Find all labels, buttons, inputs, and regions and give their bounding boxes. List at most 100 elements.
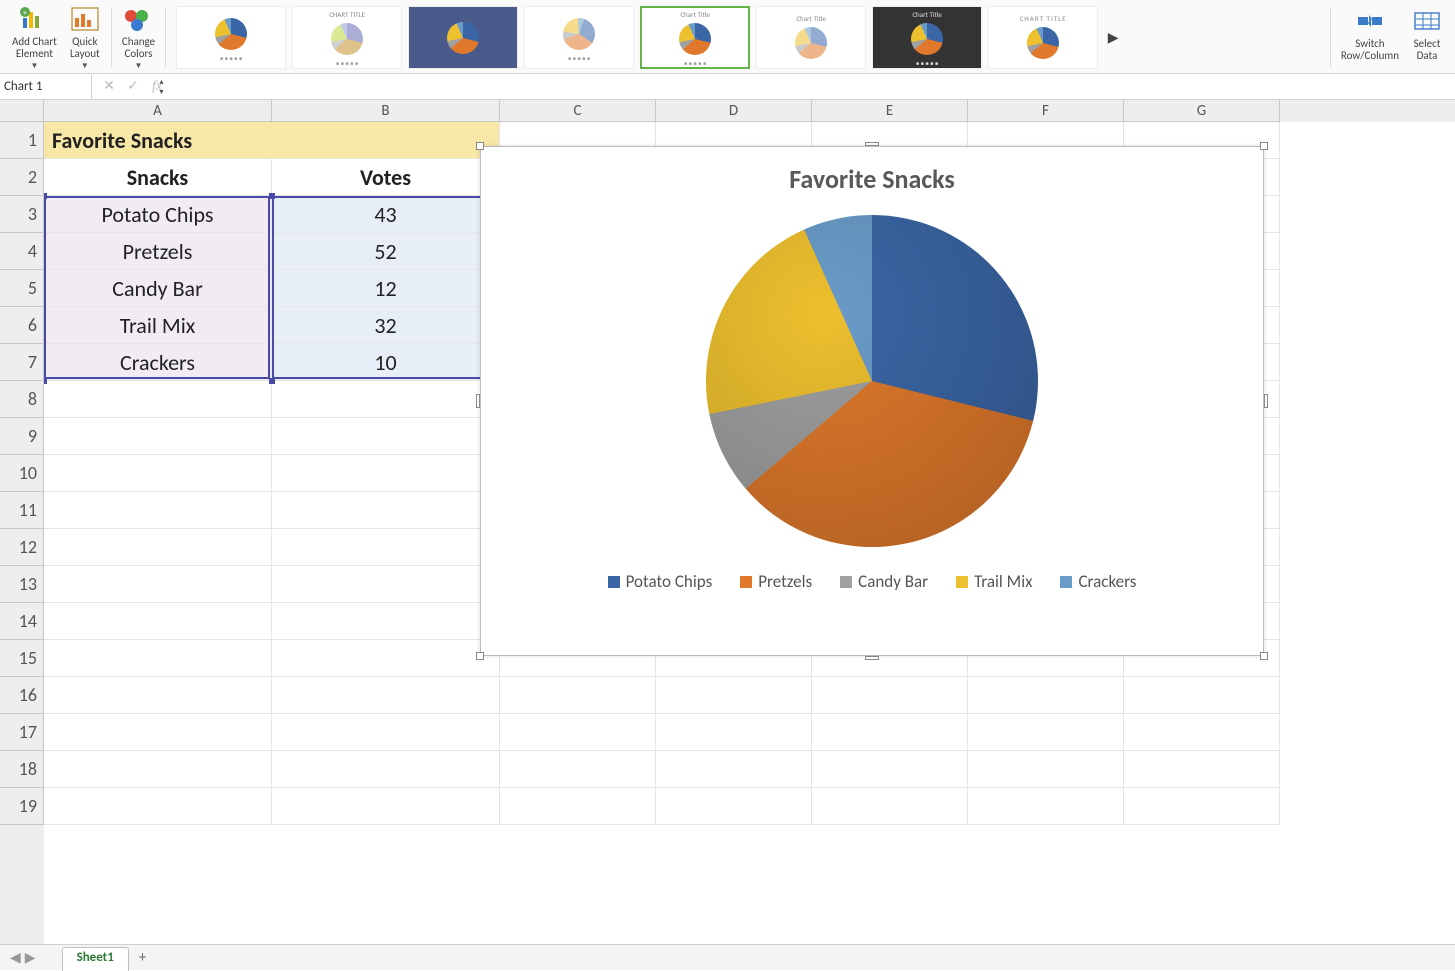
cell[interactable] xyxy=(500,677,656,714)
cell[interactable] xyxy=(44,714,272,751)
resize-handle[interactable] xyxy=(1260,652,1268,660)
chart-style-thumb-selected[interactable]: Chart Title ■ ■ ■ ■ ■ xyxy=(640,6,750,69)
chart-title[interactable]: Favorite Snacks xyxy=(481,163,1263,195)
cell[interactable] xyxy=(272,714,500,751)
cell[interactable]: Favorite Snacks xyxy=(44,122,500,159)
row-header[interactable]: 10 xyxy=(0,455,44,492)
cell[interactable] xyxy=(500,714,656,751)
cell[interactable] xyxy=(272,566,500,603)
cell[interactable] xyxy=(272,529,500,566)
cell[interactable] xyxy=(272,603,500,640)
cell[interactable] xyxy=(44,529,272,566)
sheet-nav-prev-icon[interactable]: ◀ xyxy=(10,949,21,966)
column-header[interactable]: C xyxy=(500,100,656,122)
cell[interactable] xyxy=(272,751,500,788)
cell[interactable] xyxy=(656,788,812,825)
resize-handle[interactable] xyxy=(476,652,484,660)
resize-handle[interactable] xyxy=(476,142,484,150)
cell[interactable]: 12 xyxy=(272,270,500,307)
cell[interactable] xyxy=(812,677,968,714)
cell[interactable] xyxy=(44,566,272,603)
cell[interactable] xyxy=(500,788,656,825)
select-data-button[interactable]: SelectData xyxy=(1405,4,1449,71)
change-colors-button[interactable]: ChangeColors ▼ xyxy=(116,4,161,71)
confirm-icon[interactable]: ✓ xyxy=(126,78,140,95)
cell[interactable] xyxy=(968,751,1124,788)
cell[interactable] xyxy=(44,788,272,825)
resize-handle[interactable] xyxy=(1260,142,1268,150)
cell[interactable] xyxy=(1124,677,1280,714)
cell[interactable]: 32 xyxy=(272,307,500,344)
column-header[interactable]: F xyxy=(968,100,1124,122)
row-header[interactable]: 12 xyxy=(0,529,44,566)
row-header[interactable]: 17 xyxy=(0,714,44,751)
cell[interactable] xyxy=(272,788,500,825)
cell[interactable] xyxy=(44,603,272,640)
column-header[interactable]: A xyxy=(44,100,272,122)
row-header[interactable]: 3 xyxy=(0,196,44,233)
row-header[interactable]: 1 xyxy=(0,122,44,159)
cell[interactable] xyxy=(500,751,656,788)
cell[interactable]: Votes xyxy=(272,159,500,196)
column-header[interactable]: E xyxy=(812,100,968,122)
chart-style-thumb[interactable]: ■ ■ ■ ■ ■ xyxy=(176,6,286,69)
cell[interactable] xyxy=(656,714,812,751)
row-header[interactable]: 5 xyxy=(0,270,44,307)
row-header[interactable]: 16 xyxy=(0,677,44,714)
cell[interactable]: Pretzels xyxy=(44,233,272,270)
cell[interactable] xyxy=(812,714,968,751)
row-header[interactable]: 2 xyxy=(0,159,44,196)
cell[interactable] xyxy=(968,714,1124,751)
row-header[interactable]: 8 xyxy=(0,381,44,418)
cell[interactable] xyxy=(1124,788,1280,825)
chart-style-thumb[interactable] xyxy=(408,6,518,69)
chart-style-thumb[interactable]: Chart Title xyxy=(756,6,866,69)
row-header[interactable]: 11 xyxy=(0,492,44,529)
cell[interactable] xyxy=(1124,714,1280,751)
legend-item[interactable]: Pretzels xyxy=(740,571,812,592)
cell[interactable]: Candy Bar xyxy=(44,270,272,307)
chart-legend[interactable]: Potato ChipsPretzelsCandy BarTrail MixCr… xyxy=(481,571,1263,592)
row-header[interactable]: 13 xyxy=(0,566,44,603)
cell[interactable] xyxy=(44,418,272,455)
cell[interactable] xyxy=(1124,751,1280,788)
cell[interactable]: 43 xyxy=(272,196,500,233)
cell[interactable] xyxy=(272,640,500,677)
cell[interactable]: Trail Mix xyxy=(44,307,272,344)
cell[interactable] xyxy=(812,788,968,825)
cell[interactable] xyxy=(968,788,1124,825)
chart-style-thumb[interactable]: CHART TITLE xyxy=(988,6,1098,69)
legend-item[interactable]: Trail Mix xyxy=(956,571,1032,592)
chart-object[interactable]: Favorite Snacks Potato ChipsPretzelsCand… xyxy=(480,146,1264,656)
cell[interactable] xyxy=(44,381,272,418)
column-header[interactable]: G xyxy=(1124,100,1280,122)
add-chart-element-button[interactable]: + Add ChartElement ▼ xyxy=(6,4,63,71)
cell[interactable] xyxy=(44,751,272,788)
resize-handle[interactable] xyxy=(1264,394,1268,408)
cancel-icon[interactable]: ✕ xyxy=(102,78,116,95)
legend-item[interactable]: Crackers xyxy=(1060,571,1136,592)
gallery-next-icon[interactable]: ▶ xyxy=(1104,6,1122,69)
sheet-tab-active[interactable]: Sheet1 xyxy=(62,947,129,971)
row-header[interactable]: 9 xyxy=(0,418,44,455)
chart-style-thumb[interactable]: Chart Title ■ ■ ■ ■ ■ xyxy=(872,6,982,69)
formula-input[interactable] xyxy=(174,75,1455,99)
cell[interactable]: 10 xyxy=(272,344,500,381)
sheet-nav-next-icon[interactable]: ▶ xyxy=(25,949,36,966)
cell[interactable] xyxy=(656,677,812,714)
cell[interactable] xyxy=(272,418,500,455)
resize-handle[interactable] xyxy=(865,656,879,660)
cell[interactable] xyxy=(44,640,272,677)
add-sheet-button[interactable]: + xyxy=(139,949,146,967)
cell[interactable]: Crackers xyxy=(44,344,272,381)
row-header[interactable]: 6 xyxy=(0,307,44,344)
quick-layout-button[interactable]: QuickLayout ▼ xyxy=(63,4,107,71)
select-all-corner[interactable] xyxy=(0,100,44,122)
spreadsheet-grid[interactable]: ABCDEFG 12345678910111213141516171819 Fa… xyxy=(0,100,1455,944)
row-header[interactable]: 18 xyxy=(0,751,44,788)
cell[interactable] xyxy=(272,381,500,418)
cell[interactable]: 52 xyxy=(272,233,500,270)
column-header[interactable]: B xyxy=(272,100,500,122)
cell[interactable] xyxy=(44,455,272,492)
row-header[interactable]: 14 xyxy=(0,603,44,640)
